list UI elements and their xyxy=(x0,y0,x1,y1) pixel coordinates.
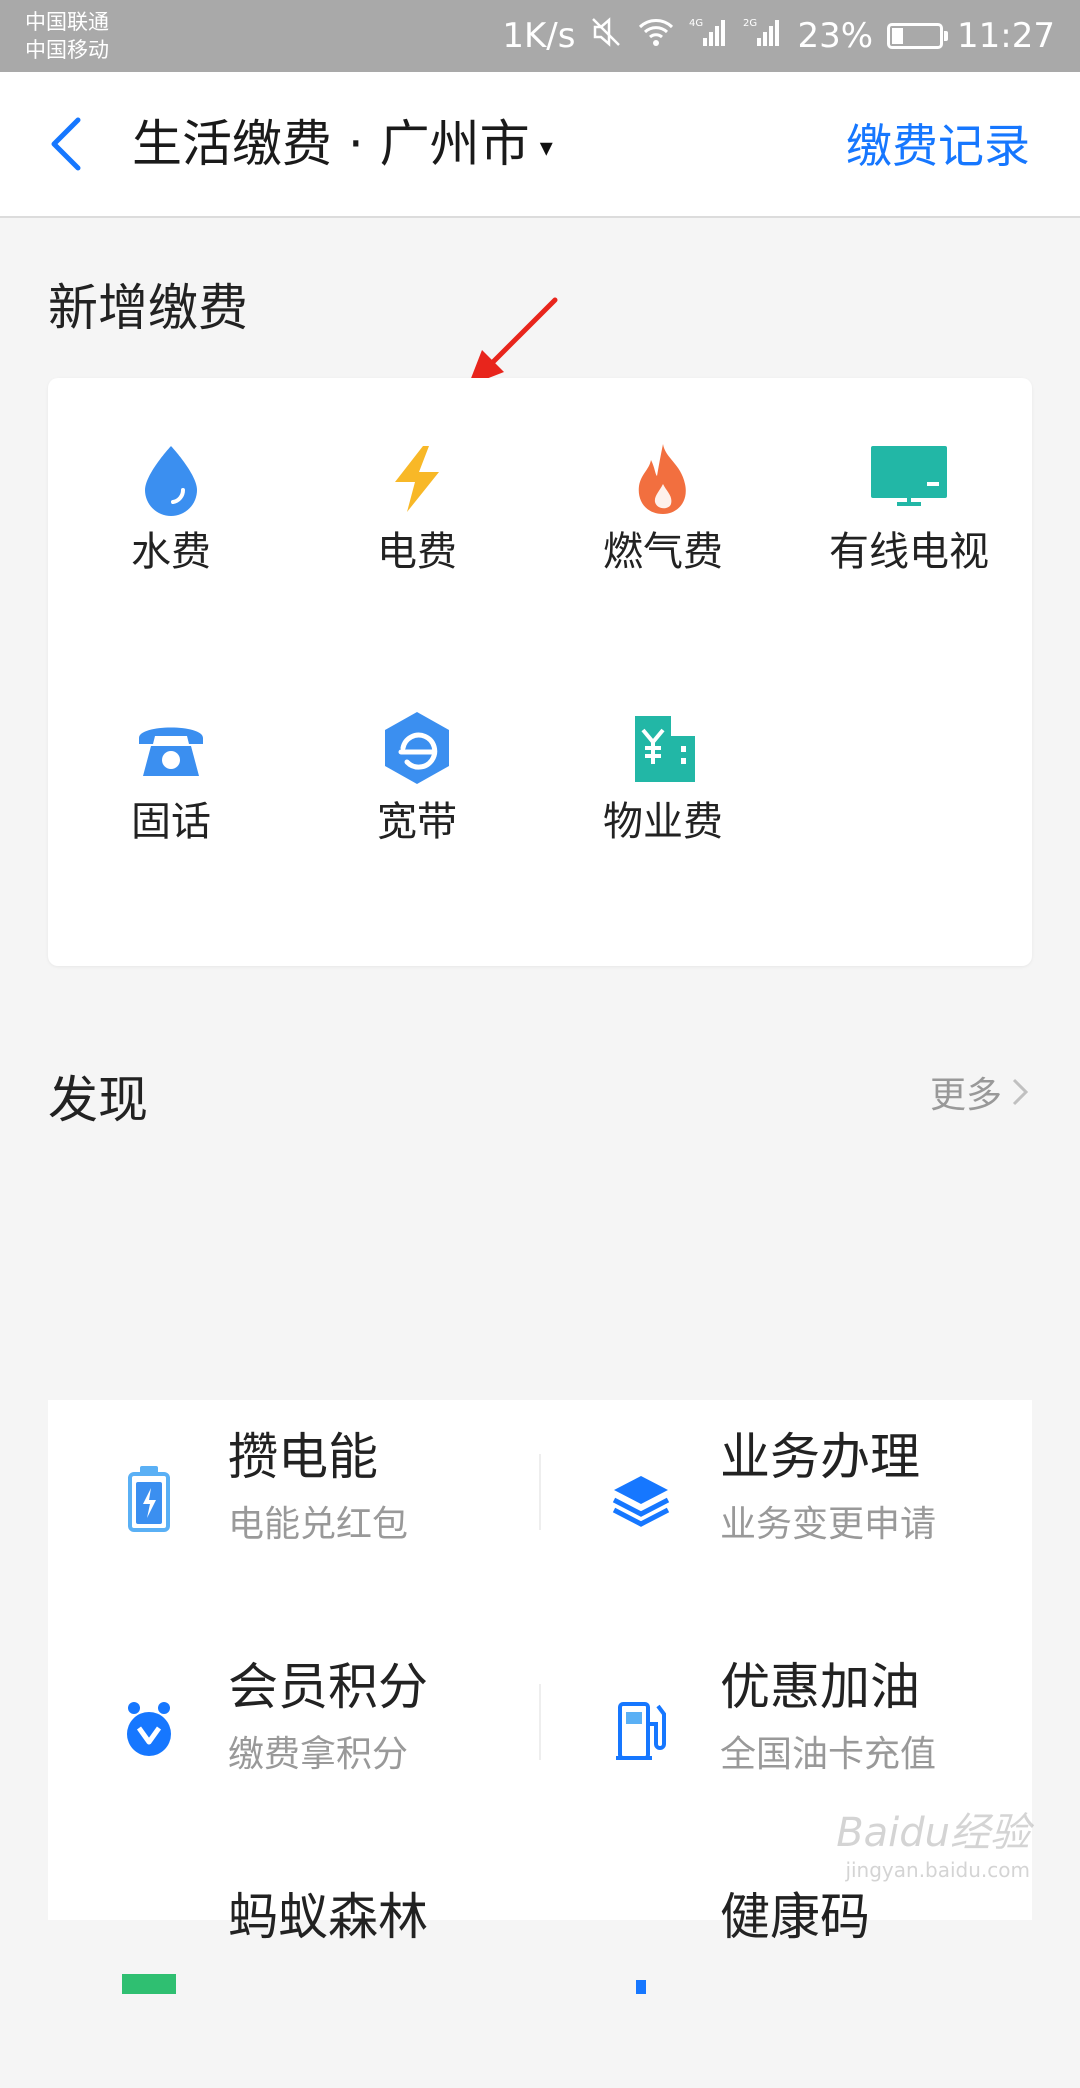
network-speed: 1K/s xyxy=(502,16,576,56)
carrier-1: 中国联通 xyxy=(25,10,109,34)
watermark-url: jingyan.baidu.com xyxy=(845,1858,1030,1882)
flame-icon xyxy=(638,444,686,514)
grid-item-property[interactable]: 物业费 xyxy=(540,648,786,848)
discover-item-subtitle: 业务变更申请 xyxy=(720,1504,937,1545)
back-button[interactable] xyxy=(44,112,88,176)
discover-item-title: 业务办理 xyxy=(720,1428,920,1486)
grid-item-landline[interactable]: 固话 xyxy=(48,648,294,848)
page-title: 生活缴费 · 广州市 xyxy=(132,115,530,173)
carrier-2: 中国移动 xyxy=(25,38,109,62)
grid-item-broadband[interactable]: 宽带 xyxy=(294,648,540,848)
discover-item-save-power[interactable]: 攒电能 电能兑红包 xyxy=(48,1400,540,1628)
chevron-left-icon xyxy=(51,117,81,171)
grid-item-label: 宽带 xyxy=(377,799,457,845)
more-link[interactable]: 更多 xyxy=(930,1066,1030,1118)
battery-icon xyxy=(128,1466,170,1532)
wifi-icon xyxy=(637,16,675,56)
grid-item-label: 水费 xyxy=(131,529,211,575)
discover-item-subtitle: 电能兑红包 xyxy=(228,1504,409,1545)
grid-item-label: 固话 xyxy=(131,799,211,845)
watermark-text: Baidu经验 xyxy=(836,1810,1030,1856)
grid-item-label: 燃气费 xyxy=(603,529,723,575)
watermark: Baidu经验 jingyan.baidu.com xyxy=(836,1800,1030,1882)
forest-icon xyxy=(122,1974,176,1994)
signal-2g-icon: 2G xyxy=(743,16,783,56)
payment-records-link[interactable]: 缴费记录 xyxy=(846,116,1030,176)
grid-item-water[interactable]: 水费 xyxy=(48,378,294,578)
clock: 11:27 xyxy=(957,16,1055,56)
water-drop-icon xyxy=(145,446,197,516)
discover-item-title: 健康码 xyxy=(720,1888,870,1946)
battery-icon xyxy=(887,23,949,49)
discover-item-member-points[interactable]: 会员积分 缴费拿积分 xyxy=(48,1630,540,1858)
discover-item-subtitle: 全国油卡充值 xyxy=(720,1734,937,1775)
grid-item-label: 有线电视 xyxy=(829,529,989,575)
caret-down-icon: ▾ xyxy=(539,132,553,163)
status-icons: 1K/s 4G 2G 23% 11:27 xyxy=(502,0,1055,72)
grid-item-label: 物业费 xyxy=(603,799,723,845)
grid-item-gas[interactable]: 燃气费 xyxy=(540,378,786,578)
layers-icon xyxy=(612,1476,670,1527)
discover-item-title: 攒电能 xyxy=(228,1428,378,1486)
discover-item-business[interactable]: 业务办理 业务变更申请 xyxy=(540,1400,1032,1628)
lightning-icon xyxy=(395,446,439,512)
discover-item-title: 蚂蚁森林 xyxy=(228,1888,428,1946)
property-building-icon xyxy=(635,716,695,782)
signal-4g-icon: 4G xyxy=(689,16,729,56)
mute-icon xyxy=(589,15,623,58)
tv-icon xyxy=(871,446,947,506)
discover-item-title: 优惠加油 xyxy=(720,1658,920,1716)
more-label: 更多 xyxy=(929,1075,1002,1116)
discover-item-subtitle: 缴费拿积分 xyxy=(228,1734,409,1775)
telephone-icon xyxy=(139,727,203,776)
chevron-right-icon xyxy=(1012,1078,1029,1106)
discover-item-title: 会员积分 xyxy=(228,1658,428,1716)
grid-item-cable-tv[interactable]: 有线电视 xyxy=(786,378,1032,578)
discover-title: 发现 xyxy=(48,1071,148,1129)
grid-item-label: 电费 xyxy=(377,529,457,575)
discover-item-ant-forest[interactable]: 蚂蚁森林 xyxy=(48,1860,540,2088)
svg-text:2G: 2G xyxy=(743,18,757,29)
fuel-pump-icon xyxy=(616,1702,666,1760)
broadband-icon xyxy=(385,712,449,784)
battery-percent: 23% xyxy=(797,16,874,56)
health-code-icon xyxy=(636,1980,646,1994)
new-payment-card: 水费 电费 燃气费 有线电视 固话 宽带 物业费 xyxy=(48,378,1032,966)
grid-item-electricity[interactable]: 电费 xyxy=(294,378,540,578)
member-points-icon xyxy=(127,1702,171,1756)
discover-item-health-code[interactable]: 健康码 xyxy=(540,1860,1032,2088)
svg-text:4G: 4G xyxy=(689,18,703,29)
new-payment-title: 新增缴费 xyxy=(48,279,248,337)
city-selector[interactable]: 生活缴费 · 广州市 ▾ xyxy=(132,112,553,180)
nav-bar: 生活缴费 · 广州市 ▾ 缴费记录 xyxy=(0,72,1080,218)
carrier-info: 中国联通 中国移动 xyxy=(25,8,109,64)
status-bar: 中国联通 中国移动 1K/s 4G 2G 23% 11:27 xyxy=(0,0,1080,72)
